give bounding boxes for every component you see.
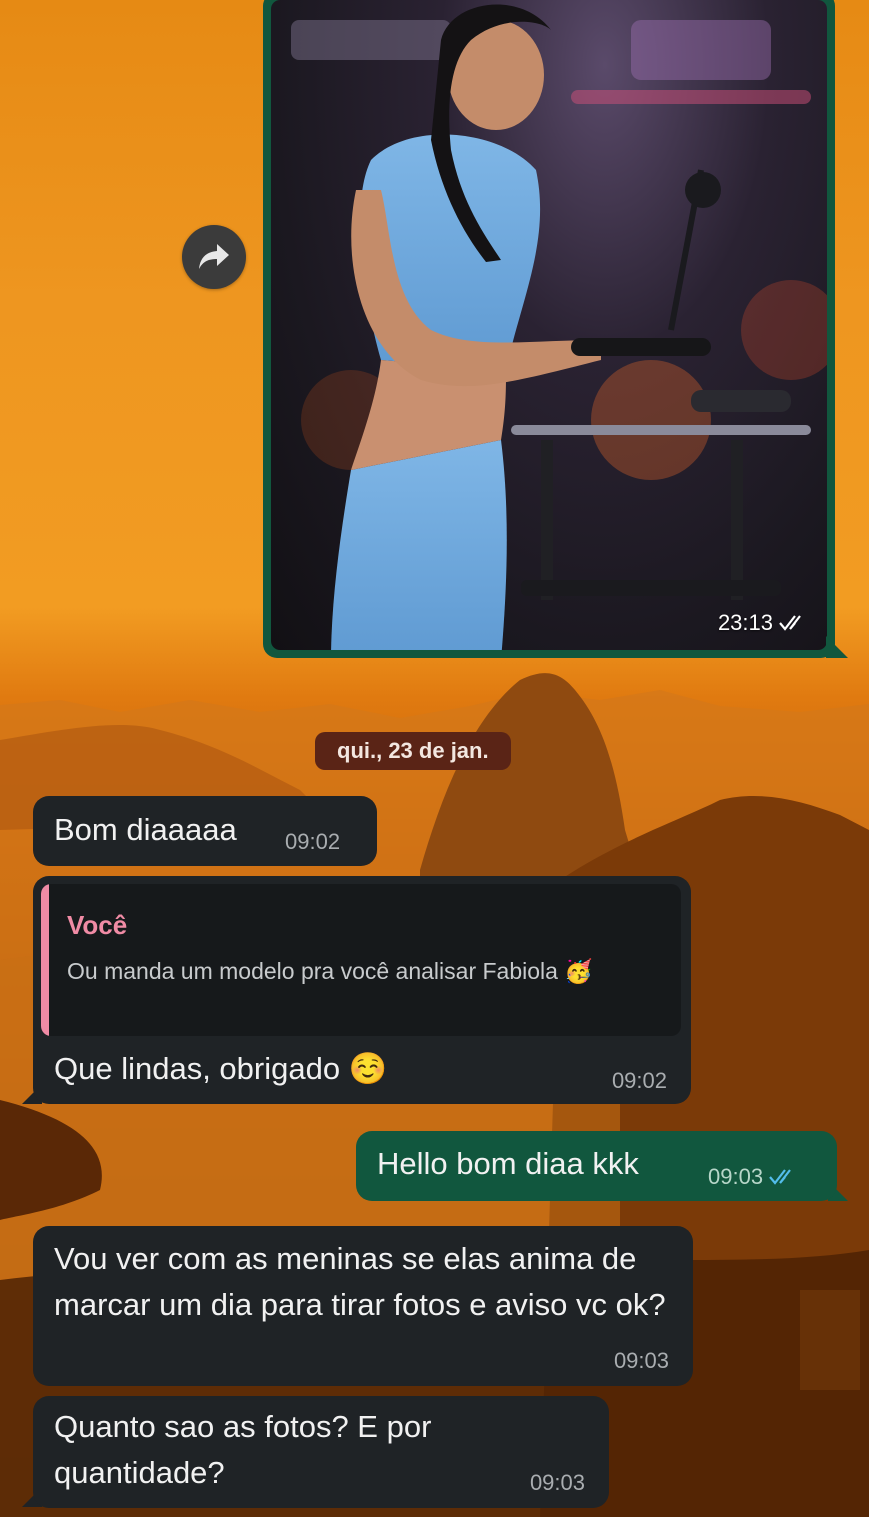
message-text: Hello bom diaa kkk [377, 1146, 639, 1181]
message-timestamp: 09:03 [529, 1470, 585, 1495]
quoted-message[interactable]: Você Ou manda um modelo pra você analisa… [41, 884, 681, 1036]
gym-photo[interactable]: 23:13 [271, 0, 827, 650]
incoming-reply-message[interactable]: Você Ou manda um modelo pra você analisa… [33, 876, 691, 1104]
forward-button[interactable] [182, 225, 246, 289]
date-separator: qui., 23 de jan. [315, 732, 511, 770]
incoming-message[interactable]: Quanto sao as fotos? E por quantidade? 0… [33, 1396, 609, 1508]
message-text: Vou ver com as meninas se elas anima de … [54, 1241, 666, 1322]
message-timestamp: 09:03 [708, 1164, 799, 1190]
quote-author: Você [67, 910, 128, 940]
outgoing-message[interactable]: Hello bom diaa kkk 09:03 [356, 1131, 837, 1201]
photo-message-bubble[interactable]: 23:13 [263, 0, 835, 658]
message-timestamp: 09:03 [613, 1348, 669, 1373]
forward-icon [199, 244, 229, 269]
gym-photo-illustration [291, 4, 827, 650]
message-text: Quanto sao as fotos? E por quantidade? [54, 1409, 432, 1490]
quote-text: Ou manda um modelo pra você analisar Fab… [67, 958, 593, 984]
incoming-message[interactable]: Bom diaaaaa 09:02 [33, 796, 377, 866]
message-text: Bom diaaaaa [54, 812, 237, 847]
double-check-icon [779, 615, 801, 631]
message-timestamp: 09:02 [285, 829, 341, 854]
quote-accent-bar [41, 884, 49, 1036]
message-timestamp: 09:02 [611, 1068, 667, 1093]
photo-timestamp: 23:13 [718, 610, 809, 636]
bubble-tail [826, 636, 848, 658]
incoming-message[interactable]: Vou ver com as meninas se elas anima de … [33, 1226, 693, 1386]
message-text: Que lindas, obrigado ☺️ [54, 1051, 388, 1086]
double-check-icon [769, 1169, 791, 1185]
